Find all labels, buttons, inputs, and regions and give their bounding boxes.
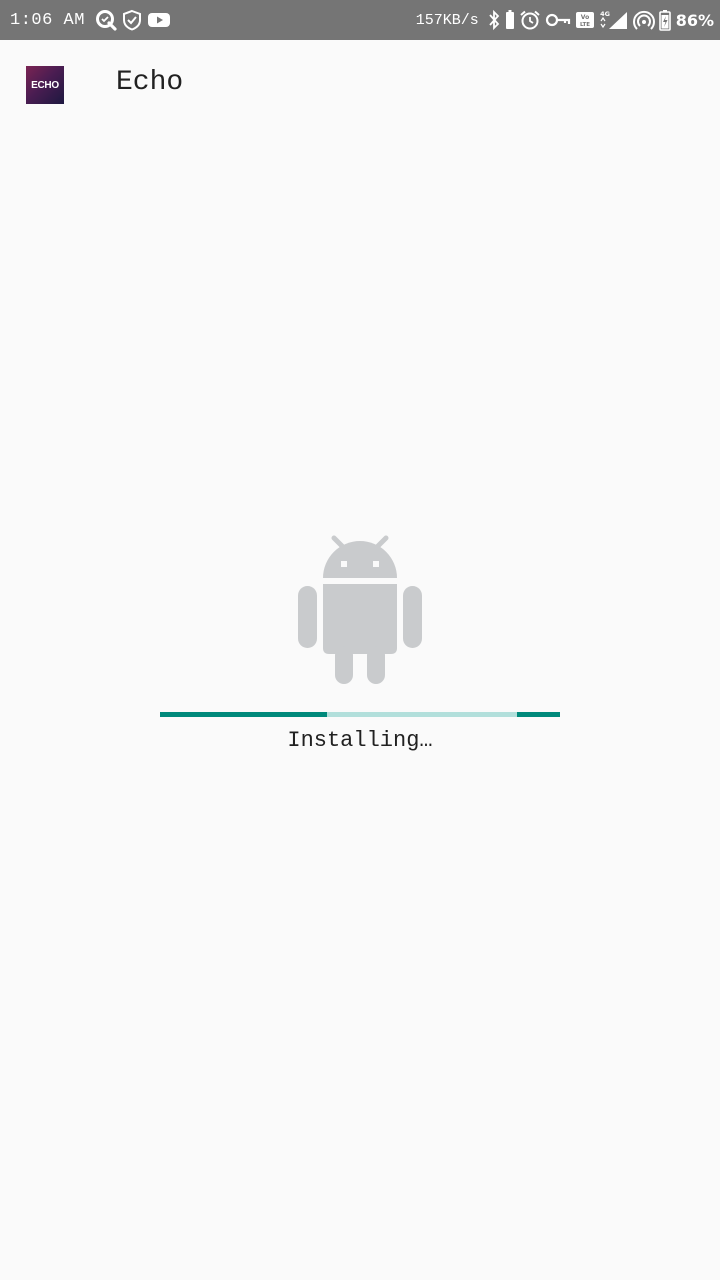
- install-progress-bar: [160, 712, 560, 717]
- battery-percent: 86%: [675, 10, 714, 30]
- progress-indicator-primary: [160, 712, 327, 717]
- quickmemo-icon: [95, 9, 117, 31]
- svg-text:LTE: LTE: [580, 22, 590, 28]
- svg-text:Vo: Vo: [580, 14, 588, 21]
- app-logo: ECHO: [26, 66, 64, 104]
- progress-indicator-secondary: [517, 712, 560, 717]
- signal-4g-icon: 4G: [599, 9, 629, 31]
- battery-saver-icon: [505, 9, 515, 31]
- vpn-key-icon: [545, 9, 571, 31]
- status-bar: 1:06 AM 157KB/s Vo LTE 4G 86%: [0, 0, 720, 40]
- hotspot-icon: [632, 9, 655, 31]
- shield-check-icon: [121, 9, 143, 31]
- alarm-icon: [519, 9, 541, 31]
- app-title: Echo: [116, 67, 184, 98]
- status-time: 1:06 AM: [10, 10, 85, 30]
- battery-icon: [658, 9, 671, 31]
- svg-text:4G: 4G: [600, 10, 610, 18]
- app-logo-text: ECHO: [31, 79, 59, 91]
- android-robot-icon: [298, 535, 422, 684]
- bluetooth-icon: [487, 9, 501, 31]
- youtube-icon: [147, 11, 171, 29]
- volte-icon: Vo LTE: [575, 9, 595, 31]
- status-bar-left: 1:06 AM: [10, 0, 173, 40]
- net-speed: 157KB/s: [415, 11, 479, 29]
- install-status-text: Installing…: [287, 728, 433, 753]
- app-bar: ECHO Echo: [0, 40, 720, 128]
- status-bar-right: 157KB/s Vo LTE 4G 86%: [416, 0, 714, 40]
